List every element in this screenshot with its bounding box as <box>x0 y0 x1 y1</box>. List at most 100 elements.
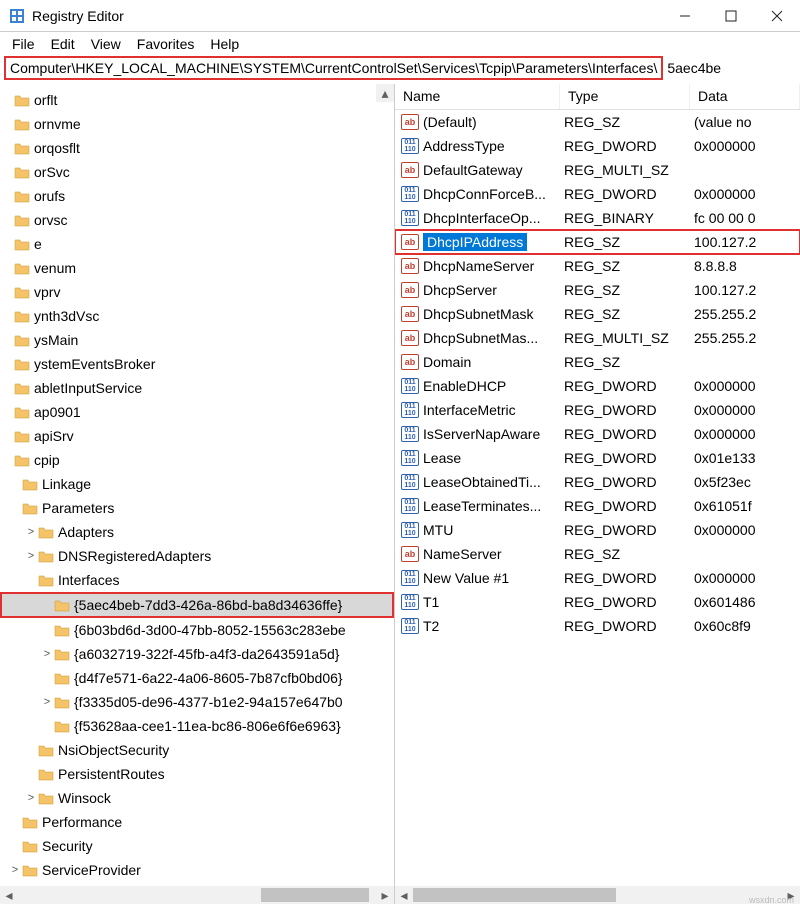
tree-item[interactable]: Performance <box>0 810 394 834</box>
value-data: 100.127.2 <box>690 234 800 250</box>
tree-item[interactable]: cpip <box>0 448 394 472</box>
minimize-button[interactable] <box>662 0 708 32</box>
value-data: 0x000000 <box>690 426 800 442</box>
list-row[interactable]: ab(Default)REG_SZ(value no <box>395 110 800 134</box>
list-row[interactable]: 011110New Value #1REG_DWORD0x000000 <box>395 566 800 590</box>
chevron-icon[interactable]: > <box>40 696 54 708</box>
tree-pane[interactable]: ▴ orfltornvmeorqosfltorSvcorufsorvsc e ven… <box>0 84 395 904</box>
col-name[interactable]: Name <box>395 84 560 109</box>
scroll-left-icon[interactable]: ◂ <box>0 886 18 904</box>
list-row[interactable]: 011110AddressTypeREG_DWORD0x000000 <box>395 134 800 158</box>
tree-item[interactable]: PersistentRoutes <box>0 762 394 786</box>
value-data: fc 00 00 0 <box>690 210 800 226</box>
tree-item[interactable]: {6b03bd6d-3d00-47bb-8052-15563c283ebe <box>0 618 394 642</box>
value-name: DhcpIPAddress <box>423 233 527 251</box>
binary-value-icon: 011110 <box>401 186 419 202</box>
list-row[interactable]: abDhcpSubnetMaskREG_SZ255.255.2 <box>395 302 800 326</box>
tree-item-label: Interfaces <box>58 572 119 588</box>
chevron-icon[interactable]: > <box>40 648 54 660</box>
tree-item[interactable]: apiSrv <box>0 424 394 448</box>
value-type: REG_SZ <box>560 546 690 562</box>
tree-item[interactable]: >ServiceProvider <box>0 858 394 882</box>
tree-scroll-up[interactable]: ▴ <box>376 84 394 102</box>
list-row[interactable]: 011110IsServerNapAwareREG_DWORD0x000000 <box>395 422 800 446</box>
value-data: 0x5f23ec <box>690 474 800 490</box>
tree-item[interactable]: abletInputService <box>0 376 394 400</box>
chevron-icon[interactable]: > <box>24 526 38 538</box>
menu-favorites[interactable]: Favorites <box>131 34 201 54</box>
tree-item[interactable]: ystemEventsBroker <box>0 352 394 376</box>
tree-item[interactable]: orvsc <box>0 208 394 232</box>
tree-item[interactable]: >DNSRegisteredAdapters <box>0 544 394 568</box>
list-row[interactable]: abDhcpNameServerREG_SZ8.8.8.8 <box>395 254 800 278</box>
tree-item[interactable]: ynth3dVsc <box>0 304 394 328</box>
menu-file[interactable]: File <box>6 34 41 54</box>
tree-item[interactable]: Interfaces <box>0 568 394 592</box>
col-data[interactable]: Data <box>690 84 800 109</box>
menu-help[interactable]: Help <box>204 34 245 54</box>
close-button[interactable] <box>754 0 800 32</box>
tree-item[interactable]: orSvc <box>0 160 394 184</box>
list-row[interactable]: 011110DhcpInterfaceOp...REG_BINARYfc 00 … <box>395 206 800 230</box>
tree-item[interactable]: venum <box>0 256 394 280</box>
scroll-left-icon[interactable]: ◂ <box>395 886 413 904</box>
list-row[interactable]: abDhcpIPAddressREG_SZ100.127.2 <box>395 230 800 254</box>
tree-item[interactable]: vprv <box>0 280 394 304</box>
scroll-thumb[interactable] <box>413 888 616 902</box>
list-row[interactable]: 011110EnableDHCPREG_DWORD0x000000 <box>395 374 800 398</box>
tree-item[interactable]: {d4f7e571-6a22-4a06-8605-7b87cfb0bd06} <box>0 666 394 690</box>
address-bar[interactable]: Computer\HKEY_LOCAL_MACHINE\SYSTEM\Curre… <box>0 56 800 84</box>
chevron-icon[interactable]: > <box>24 792 38 804</box>
tree-item[interactable]: ap0901 <box>0 400 394 424</box>
tree-item[interactable]: >Adapters <box>0 520 394 544</box>
maximize-button[interactable] <box>708 0 754 32</box>
tree-item[interactable]: Linkage <box>0 472 394 496</box>
list-row[interactable]: 011110T1REG_DWORD0x601486 <box>395 590 800 614</box>
tree-item[interactable]: >{f3335d05-de96-4377-b1e2-94a157e647b0 <box>0 690 394 714</box>
value-data: 0x601486 <box>690 594 800 610</box>
list-row[interactable]: 011110DhcpConnForceB...REG_DWORD0x000000 <box>395 182 800 206</box>
list-row[interactable]: abDomainREG_SZ <box>395 350 800 374</box>
tree-item-label: abletInputService <box>34 380 142 396</box>
tree-item[interactable]: >Winsock <box>0 786 394 810</box>
tree-item[interactable]: ornvme <box>0 112 394 136</box>
tree-item[interactable]: orqosflt <box>0 136 394 160</box>
list-row[interactable]: abDhcpSubnetMas...REG_MULTI_SZ255.255.2 <box>395 326 800 350</box>
list-row[interactable]: 011110MTUREG_DWORD0x000000 <box>395 518 800 542</box>
list-row[interactable]: abDhcpServerREG_SZ100.127.2 <box>395 278 800 302</box>
list-row[interactable]: 011110LeaseObtainedTi...REG_DWORD0x5f23e… <box>395 470 800 494</box>
value-type: REG_SZ <box>560 234 690 250</box>
list-row[interactable]: abNameServerREG_SZ <box>395 542 800 566</box>
tree-hscroll[interactable]: ◂ ▸ <box>0 886 394 904</box>
tree-item[interactable]: >{a6032719-322f-45fb-a4f3-da2643591a5d} <box>0 642 394 666</box>
menu-view[interactable]: View <box>85 34 127 54</box>
list-hscroll[interactable]: ◂ ▸ <box>395 886 800 904</box>
tree-item[interactable]: e <box>0 232 394 256</box>
value-name: New Value #1 <box>423 570 509 586</box>
list-pane[interactable]: Name Type Data ab(Default)REG_SZ(value n… <box>395 84 800 904</box>
tree-item-label: ystemEventsBroker <box>34 356 155 372</box>
tree-item-label: e <box>34 236 42 252</box>
tree-item[interactable]: orufs <box>0 184 394 208</box>
tree-item[interactable]: ysMain <box>0 328 394 352</box>
scroll-right-icon[interactable]: ▸ <box>376 886 394 904</box>
chevron-icon[interactable]: > <box>8 864 22 876</box>
tree-item[interactable]: {f53628aa-cee1-11ea-bc86-806e6f6e6963} <box>0 714 394 738</box>
tree-item[interactable]: NsiObjectSecurity <box>0 738 394 762</box>
list-row[interactable]: 011110LeaseREG_DWORD0x01e133 <box>395 446 800 470</box>
list-row[interactable]: 011110LeaseTerminates...REG_DWORD0x61051… <box>395 494 800 518</box>
col-type[interactable]: Type <box>560 84 690 109</box>
tree-item[interactable]: orflt <box>0 88 394 112</box>
menu-edit[interactable]: Edit <box>45 34 81 54</box>
tree-item[interactable]: Parameters <box>0 496 394 520</box>
list-row[interactable]: 011110InterfaceMetricREG_DWORD0x000000 <box>395 398 800 422</box>
scroll-thumb[interactable] <box>261 888 368 902</box>
tree-item[interactable]: Security <box>0 834 394 858</box>
chevron-icon[interactable]: > <box>24 550 38 562</box>
value-data: 255.255.2 <box>690 330 800 346</box>
tree-item[interactable]: {5aec4beb-7dd3-426a-86bd-ba8d34636ffe} <box>0 592 394 618</box>
binary-value-icon: 011110 <box>401 522 419 538</box>
value-name: AddressType <box>423 138 505 154</box>
list-row[interactable]: abDefaultGatewayREG_MULTI_SZ <box>395 158 800 182</box>
list-row[interactable]: 011110T2REG_DWORD0x60c8f9 <box>395 614 800 638</box>
